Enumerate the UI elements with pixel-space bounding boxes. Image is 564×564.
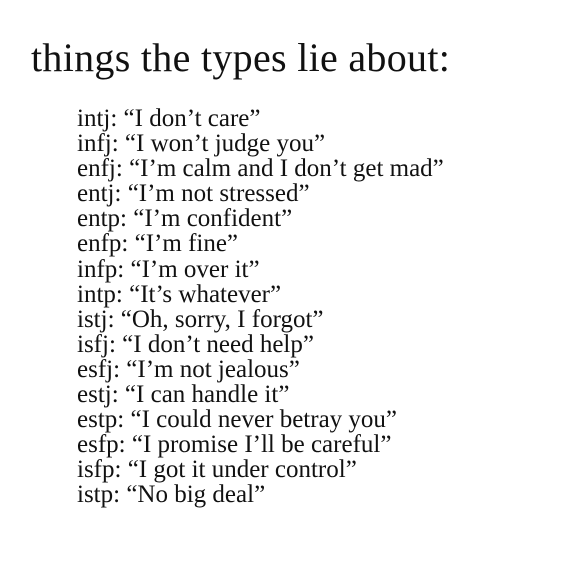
type-label: estp:	[77, 406, 125, 434]
quote-text: “I’m confident”	[133, 205, 293, 233]
list-item: istj: “Oh, sorry, I forgot”	[77, 307, 444, 332]
list-item: enfp: “I’m fine”	[77, 231, 444, 256]
quote-text: “I don’t need help”	[122, 330, 314, 358]
quote-text: “I’m not stressed”	[127, 180, 310, 208]
type-label: estj:	[77, 381, 119, 409]
list-item: infj: “I won’t judge you”	[77, 131, 444, 156]
type-label: infp:	[77, 255, 125, 283]
quote-text: “I don’t care”	[123, 105, 261, 132]
list-item: intj: “I don’t care”	[77, 106, 444, 131]
list-item: estp: “I could never betray you”	[77, 407, 444, 432]
quote-text: “I’m over it”	[130, 255, 260, 283]
type-label: entj:	[77, 180, 122, 208]
quote-text: “No big deal”	[126, 481, 266, 509]
type-label: isfp:	[77, 456, 122, 484]
quote-text: “Oh, sorry, I forgot”	[120, 305, 324, 333]
list-item: isfp: “I got it under control”	[77, 457, 444, 482]
quote-text: “I’m not jealous”	[126, 355, 300, 383]
types-list: intj: “I don’t care” infj: “I won’t judg…	[77, 106, 444, 508]
quote-text: “I’m calm and I don’t get mad”	[129, 155, 444, 183]
type-label: esfp:	[77, 431, 126, 459]
type-label: istp:	[77, 481, 121, 509]
quote-text: “I’m fine”	[134, 230, 239, 258]
type-label: enfj:	[77, 155, 123, 183]
quote-text: “I could never betray you”	[130, 406, 398, 434]
list-item: intp: “It’s whatever”	[77, 282, 444, 307]
quote-text: “I promise I’ll be careful”	[131, 431, 392, 459]
list-item: esfp: “I promise I’ll be careful”	[77, 432, 444, 457]
list-item: esfj: “I’m not jealous”	[77, 357, 444, 382]
type-label: infj:	[77, 130, 119, 158]
type-label: intp:	[77, 280, 123, 308]
list-item: entj: “I’m not stressed”	[77, 181, 444, 206]
type-label: isfj:	[77, 330, 116, 358]
page-title: things the types lie about:	[31, 35, 451, 80]
image-canvas: things the types lie about: intj: “I don…	[0, 0, 564, 564]
type-label: entp:	[77, 205, 127, 233]
quote-text: “I got it under control”	[127, 456, 357, 484]
quote-text: “It’s whatever”	[129, 280, 282, 308]
list-item: entp: “I’m confident”	[77, 206, 444, 231]
list-item: enfj: “I’m calm and I don’t get mad”	[77, 156, 444, 181]
list-item: estj: “I can handle it”	[77, 382, 444, 407]
list-item: infp: “I’m over it”	[77, 257, 444, 282]
type-label: istj:	[77, 305, 115, 333]
type-label: intj:	[77, 105, 118, 132]
list-item: isfj: “I don’t need help”	[77, 332, 444, 357]
list-item: istp: “No big deal”	[77, 482, 444, 507]
quote-text: “I won’t judge you”	[124, 130, 326, 158]
type-label: enfp:	[77, 230, 129, 258]
quote-text: “I can handle it”	[124, 381, 290, 409]
type-label: esfj:	[77, 355, 121, 383]
